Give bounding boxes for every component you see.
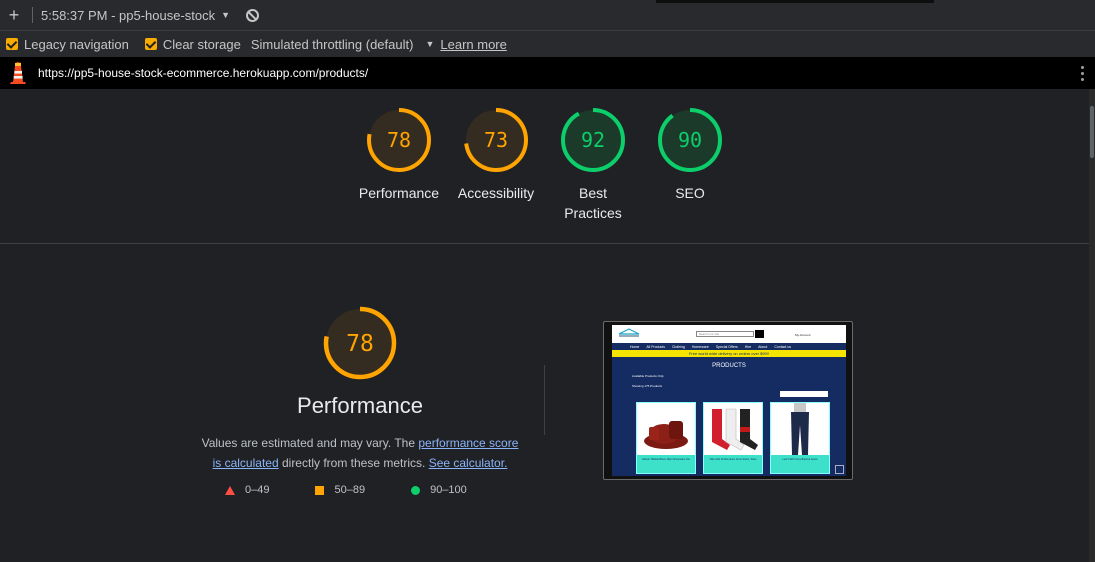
gauge-accessibility-ring: 73 — [464, 108, 528, 172]
chevron-down-icon: ▼ — [221, 10, 231, 20]
performance-gauge-ring: 78 — [323, 306, 397, 380]
gauge-performance[interactable]: 78 Performance — [349, 107, 449, 203]
throttling-dropdown-icon[interactable]: ▼ — [425, 39, 434, 49]
site-nav-item: Clothing — [672, 344, 685, 349]
site-products-title: PRODUCTS — [712, 363, 746, 369]
site-nav-item: All Products — [646, 344, 666, 349]
gauge-best-practices-label: Best Practices — [564, 185, 622, 221]
report-selector[interactable]: 5:58:37 PM - pp5-house-stock ▼ — [41, 8, 230, 23]
site-preview: Search our site My Account Home All Prod… — [612, 325, 846, 476]
site-nav-item: About — [758, 344, 768, 349]
clear-storage-checkbox[interactable]: Clear storage — [144, 36, 241, 52]
performance-summary: 78 Performance Values are estimated and … — [200, 305, 520, 473]
gauge-seo-ring: 90 — [658, 108, 722, 172]
legend-fail: 0–49 — [225, 484, 269, 496]
legacy-navigation-checkbox[interactable]: Legacy navigation — [6, 37, 129, 52]
learn-more-link[interactable]: Learn more — [440, 37, 506, 52]
site-product-grid: Gibson Hillside Blues 16pc Dinnerware Se… — [636, 402, 830, 474]
gauge-accessibility-score: 73 — [484, 128, 508, 152]
pass-circle-icon — [411, 485, 421, 495]
site-header: Search our site My Account — [612, 325, 846, 343]
gauge-performance-label: Performance — [358, 185, 440, 201]
checkbox-checked-icon — [144, 38, 157, 50]
site-search-icon — [755, 330, 764, 338]
performance-gauge-score: 78 — [346, 331, 374, 357]
clear-icon[interactable] — [246, 8, 260, 22]
site-product-card: Nike Kids Performance Crew Socks, Shoe — [703, 402, 763, 474]
site-delivery-banner: Free world wide delivery on orders over … — [612, 350, 846, 357]
product-name: Nike Kids Performance Crew Socks, Shoe — [709, 458, 757, 461]
product-image-jeans — [771, 403, 829, 455]
description-text: directly from these metrics. — [278, 456, 429, 470]
fail-triangle-icon — [225, 485, 235, 495]
product-image-socks — [704, 403, 762, 455]
site-logo-icon — [618, 328, 640, 337]
site-nav-item: Contact us — [774, 344, 792, 349]
product-name: Levi's 529 Curvy Bootcut Jeans — [782, 458, 818, 461]
legend-pass-label: 90–100 — [430, 484, 467, 496]
site-nav-item: Hire — [744, 344, 752, 349]
more-options-icon[interactable] — [1081, 66, 1084, 81]
site-nav-item: Special Offers — [715, 344, 738, 349]
gauge-accessibility[interactable]: 73 Accessibility — [446, 107, 546, 203]
product-image-dinnerware — [637, 403, 695, 455]
legacy-navigation-label: Legacy navigation — [24, 36, 129, 52]
gauge-best-practices-ring: 92 — [561, 108, 625, 172]
vertical-divider — [544, 365, 545, 435]
lighthouse-logo-icon — [10, 62, 26, 84]
description-text: Values are estimated and may vary. The — [201, 436, 419, 450]
page-url: https://pp5-house-stock-ecommerce.heroku… — [38, 66, 369, 80]
performance-description: Values are estimated and may vary. The p… — [200, 433, 520, 473]
site-nav: Home All Products Clothing Homeware Spec… — [612, 343, 846, 350]
site-product-card: Gibson Hillside Blues 16pc Dinnerware Se… — [636, 402, 696, 474]
scrollbar[interactable] — [1089, 89, 1095, 562]
average-square-icon — [315, 485, 325, 495]
performance-title: Performance — [297, 393, 423, 418]
new-report-button[interactable]: + — [0, 5, 28, 26]
lighthouse-toolbar: + 5:58:37 PM - pp5-house-stock ▼ — [0, 0, 1095, 31]
settings-bar: Legacy navigation Clear storage Simulate… — [0, 31, 1095, 57]
gauge-best-practices-score: 92 — [581, 128, 605, 152]
clear-storage-label: Clear storage — [162, 36, 241, 52]
see-calculator-link[interactable]: See calculator. — [429, 456, 508, 470]
toolbar-divider — [32, 7, 33, 23]
report-body: 78 Performance 73 Accessibility 92 Best … — [0, 89, 1089, 562]
site-product-card: Levi's 529 Curvy Bootcut Jeans — [770, 402, 830, 474]
tab-indicator — [656, 0, 934, 3]
site-product-count: Showing 175 Products — [632, 384, 663, 388]
scrollbar-thumb[interactable] — [1090, 106, 1094, 158]
score-legend: 0–49 50–89 90–100 — [225, 484, 513, 496]
legend-average: 50–89 — [315, 484, 365, 496]
gauge-seo-label: SEO — [675, 185, 705, 201]
checkbox-checked-icon — [6, 38, 18, 50]
gauge-seo[interactable]: 90 SEO — [640, 107, 740, 203]
site-nav-item: Home — [630, 344, 640, 349]
site-sort-select — [780, 391, 828, 397]
gauge-performance-score: 78 — [387, 128, 411, 152]
section-divider — [0, 243, 1089, 244]
gauge-best-practices[interactable]: 92 Best Practices — [543, 107, 643, 223]
product-name: Gibson Hillside Blues 16pc Dinnerware Se… — [642, 458, 690, 461]
url-bar: https://pp5-house-stock-ecommerce.heroku… — [0, 57, 1095, 89]
legend-fail-label: 0–49 — [245, 484, 270, 496]
final-screenshot-thumbnail[interactable]: Search our site My Account Home All Prod… — [603, 321, 853, 480]
gauge-performance-ring: 78 — [367, 108, 431, 172]
site-account-link: My Account — [795, 333, 811, 337]
site-filter-label: Available Products Only — [632, 374, 664, 378]
throttling-label: Simulated throttling (default) — [250, 36, 414, 52]
site-nav-item: Homeware — [691, 344, 709, 349]
site-back-to-top-icon — [835, 465, 844, 474]
gauge-seo-score: 90 — [678, 128, 702, 152]
site-search-input: Search our site — [696, 331, 754, 337]
legend-average-label: 50–89 — [334, 484, 366, 496]
gauge-accessibility-label: Accessibility — [457, 185, 535, 201]
report-selector-label: 5:58:37 PM - pp5-house-stock — [41, 7, 216, 23]
legend-pass: 90–100 — [411, 484, 467, 496]
